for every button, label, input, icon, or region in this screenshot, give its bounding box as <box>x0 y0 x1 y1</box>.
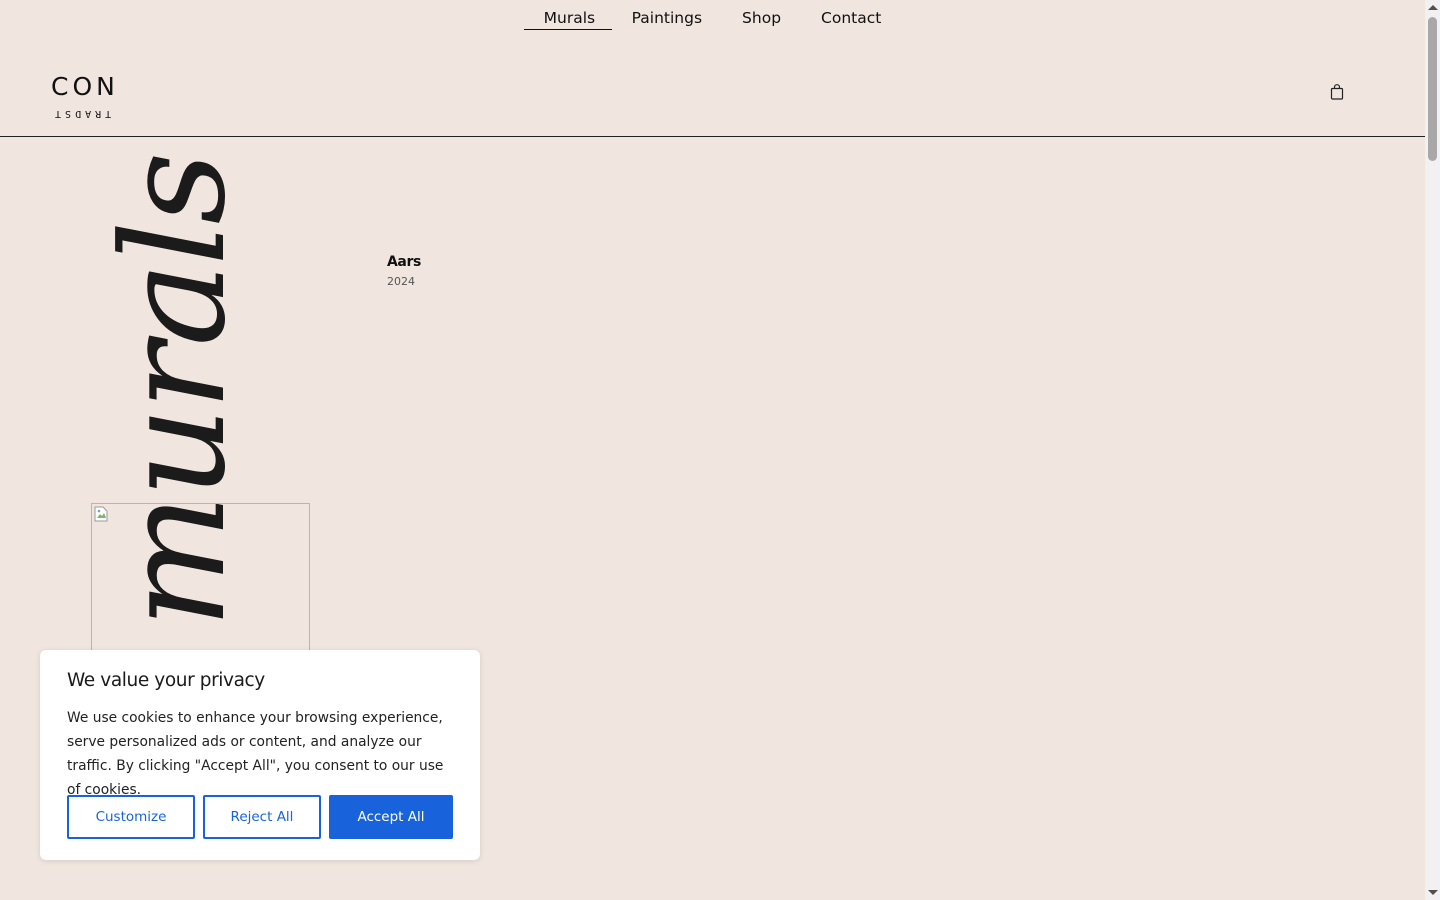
customize-button[interactable]: Customize <box>67 795 195 839</box>
nav-item-contact[interactable]: Contact <box>801 0 901 29</box>
shopping-bag-icon[interactable] <box>1330 84 1344 100</box>
scroll-down-arrow-icon[interactable] <box>1428 890 1438 895</box>
project-image[interactable] <box>91 503 310 665</box>
nav-item-shop[interactable]: Shop <box>722 0 801 29</box>
nav-item-paintings[interactable]: Paintings <box>612 0 722 29</box>
project-name[interactable]: Aars <box>387 254 421 270</box>
reject-all-button[interactable]: Reject All <box>203 795 321 839</box>
site-header: CON TRADST <box>0 36 1425 137</box>
project-year: 2024 <box>387 275 415 288</box>
scrollbar-thumb[interactable] <box>1428 17 1437 161</box>
broken-image-icon <box>94 506 108 522</box>
logo-bottom-text: TRADST <box>51 108 112 119</box>
cookie-consent-banner: We value your privacy We use cookies to … <box>40 650 480 860</box>
cookie-text: We use cookies to enhance your browsing … <box>67 710 444 798</box>
scroll-up-arrow-icon[interactable] <box>1428 5 1438 10</box>
site-logo[interactable]: CON TRADST <box>51 72 137 120</box>
page: Murals Paintings Shop Contact CON TRADST… <box>0 0 1440 900</box>
top-navigation: Murals Paintings Shop Contact <box>0 0 1425 36</box>
project-entry[interactable]: Aars 2024 <box>387 254 421 288</box>
accept-all-button[interactable]: Accept All <box>329 795 453 839</box>
cookie-title: We value your privacy <box>67 670 265 691</box>
page-scrollbar[interactable] <box>1425 0 1440 900</box>
nav-item-murals[interactable]: Murals <box>523 0 612 30</box>
logo-top-text: CON <box>51 72 119 101</box>
